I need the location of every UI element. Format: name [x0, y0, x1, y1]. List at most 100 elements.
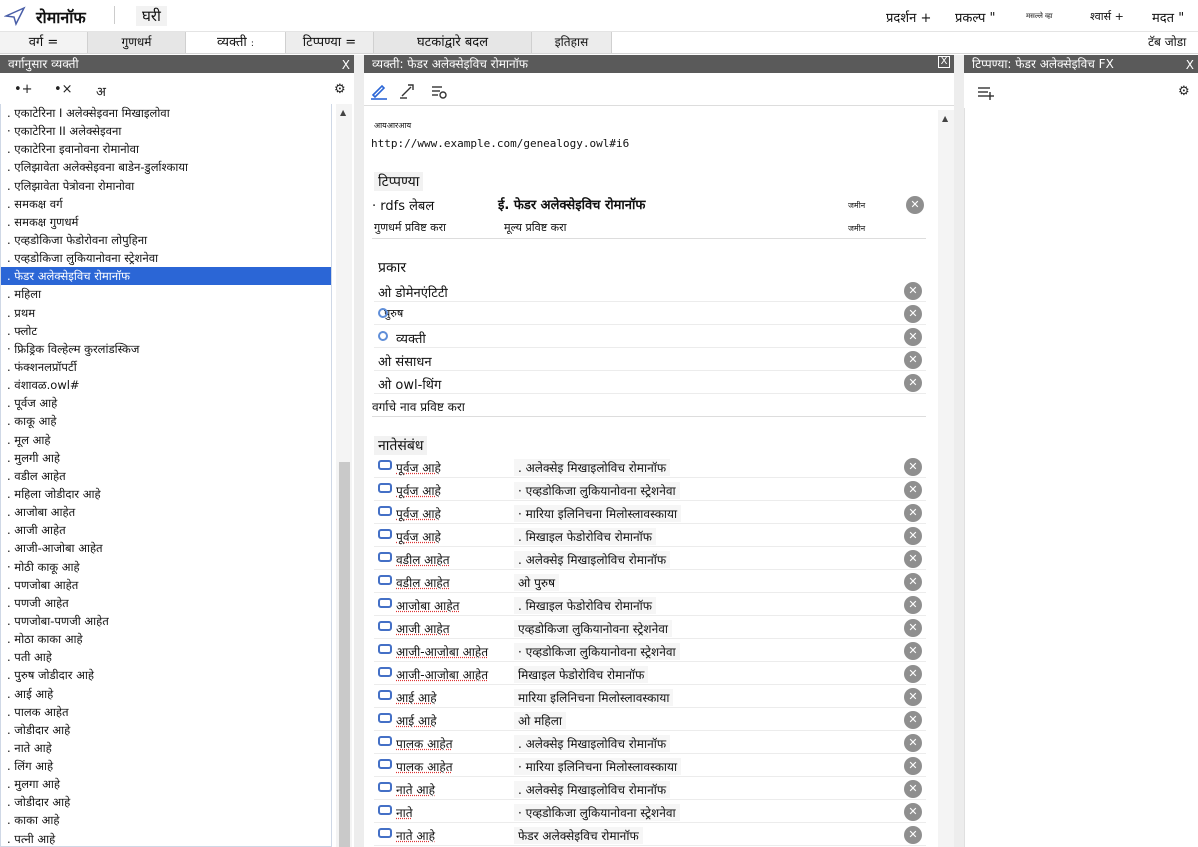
individual-list-item[interactable]: . मुलगा आहे — [1, 775, 331, 793]
individual-list-item[interactable]: . आजी आहेत — [1, 521, 331, 539]
individual-list-item[interactable]: . एलिझावेता अलेक्सेइवना बाडेन-डुर्लाश्का… — [1, 158, 331, 176]
individual-list-item[interactable]: . फेडर अलेक्सेइविच रोमानॉफ — [1, 267, 331, 286]
individual-list-item[interactable]: . एलिझावेता पेत्रोवना रोमानोवा — [1, 177, 331, 195]
tab-classes[interactable]: वर्ग = — [0, 32, 88, 53]
individual-list-item[interactable]: . वडील आहेत — [1, 467, 331, 485]
add-individual-icon[interactable]: •+ — [14, 82, 33, 97]
individual-list-item[interactable]: . पणजी आहेत — [1, 594, 331, 612]
delete-relation-button[interactable]: ✕ — [904, 458, 922, 476]
individual-list-item[interactable]: . प्रथम — [1, 304, 331, 322]
relation-row[interactable]: नाते आहे फेडर अलेक्सेइविच रोमानॉफ ✕ — [374, 824, 926, 846]
delete-relation-button[interactable]: ✕ — [904, 619, 922, 637]
individual-list-item[interactable]: . जोडीदार आहे — [1, 793, 331, 811]
list-settings-icon[interactable] — [430, 83, 448, 101]
individual-list-item[interactable]: · मोठी काकू आहे — [1, 558, 331, 576]
brush-icon[interactable] — [398, 82, 416, 100]
delete-relation-button[interactable]: ✕ — [904, 642, 922, 660]
delete-relation-button[interactable]: ✕ — [904, 734, 922, 752]
delete-relation-button[interactable]: ✕ — [904, 481, 922, 499]
individual-list-item[interactable]: . एकाटेरिना इवानोवना रोमानोवा — [1, 140, 331, 158]
individual-list-item[interactable]: . पणजोबा-पणजी आहेत — [1, 612, 331, 630]
individual-list-item[interactable]: . पती आहे — [1, 648, 331, 666]
left-scroll-thumb[interactable] — [339, 462, 350, 847]
language-icon[interactable]: अ — [96, 82, 106, 100]
delete-relation-button[interactable]: ✕ — [904, 550, 922, 568]
individual-list-item[interactable]: . एकाटेरिना I अलेक्सेइवना मिखाइलोवा — [1, 104, 331, 122]
type-row[interactable]: व्यक्ती ✕ — [374, 326, 926, 348]
individual-list-item[interactable]: . जोडीदार आहे — [1, 721, 331, 739]
relation-row[interactable]: आजोबा आहेत . मिखाइल फेडोरोविच रोमानॉफ ✕ — [374, 594, 926, 616]
delete-relation-button[interactable]: ✕ — [904, 757, 922, 775]
add-comment-icon[interactable] — [976, 83, 994, 101]
delete-relation-button[interactable]: ✕ — [904, 665, 922, 683]
relation-row[interactable]: पूर्वज आहे . मिखाइल फेडोरोविच रोमानॉफ ✕ — [374, 525, 926, 547]
add-tab-button[interactable]: टॅब जोडा — [1148, 32, 1186, 53]
enter-class-field[interactable]: वर्गाचे नाव प्रविष्ट करा — [372, 398, 465, 415]
tab-individuals[interactable]: व्यक्ती : — [186, 32, 286, 53]
individual-list-item[interactable]: . समकक्ष वर्ग — [1, 195, 331, 213]
tab-changes-by-entity[interactable]: घटकांद्वारे बदल — [374, 32, 532, 53]
misc-menu[interactable]: मसल्ले व्हा — [1026, 12, 1053, 21]
close-right-panel-button[interactable]: X — [1186, 56, 1194, 74]
delete-relation-button[interactable]: ✕ — [904, 826, 922, 844]
delete-type-button[interactable]: ✕ — [904, 374, 922, 392]
annotation-row[interactable]: · rdfs लेबल ई. फेडर अलेक्सेइविच रोमानॉफ … — [364, 194, 926, 216]
individual-list-item[interactable]: . मोठा काका आहे — [1, 630, 331, 648]
type-row[interactable]: ओ संसाधन ✕ — [374, 349, 926, 371]
home-button[interactable]: घरी — [136, 6, 167, 26]
individual-list-item[interactable]: . मूल आहे — [1, 431, 331, 449]
tab-properties[interactable]: गुणधर्म — [88, 32, 186, 53]
individual-list-item[interactable]: . पालक आहेत — [1, 703, 331, 721]
bookmarks-menu[interactable]: श्वार्स + — [1090, 9, 1124, 24]
individual-list-item[interactable]: . आजोबा आहेत — [1, 503, 331, 521]
scroll-up-icon[interactable]: ▲ — [942, 114, 948, 123]
individual-list-item[interactable]: . महिला जोडीदार आहे — [1, 485, 331, 503]
relation-row[interactable]: पूर्वज आहे · एव्हडोकिजा लुकियानोवना स्ट्र… — [374, 479, 926, 501]
relation-row[interactable]: वडील आहेत ओ पुरुष ✕ — [374, 571, 926, 593]
relation-row[interactable]: आजी-आजोबा आहेत मिखाइल फेडोरोविच रोमानॉफ ✕ — [374, 663, 926, 685]
relation-row[interactable]: नाते · एव्हडोकिजा लुकियानोवना स्ट्रेशनेवा… — [374, 801, 926, 823]
enter-lang-field[interactable]: जमीन — [848, 223, 865, 234]
individual-list-item[interactable]: . समकक्ष गुणधर्म — [1, 213, 331, 231]
iri-text[interactable]: http://www.example.com/genealogy.owl#i6 — [371, 137, 629, 150]
delete-relation-button[interactable]: ✕ — [904, 803, 922, 821]
type-row[interactable]: पुरुष ✕ — [374, 303, 926, 325]
type-row[interactable]: ओ owl-थिंग ✕ — [374, 372, 926, 394]
relation-row[interactable]: पूर्वज आहे · मारिया इलिनिचना मिलोस्लावस्क… — [374, 502, 926, 524]
delete-relation-button[interactable]: ✕ — [904, 573, 922, 591]
delete-relation-button[interactable]: ✕ — [904, 711, 922, 729]
relation-row[interactable]: वडील आहेत . अलेक्सेइ मिखाइलोविच रोमानॉफ ✕ — [374, 548, 926, 570]
relation-row[interactable]: आजी-आजोबा आहेत · एव्हडोकिजा लुकियानोवना स… — [374, 640, 926, 662]
close-middle-panel-button[interactable]: X — [938, 56, 950, 68]
individual-list-item[interactable]: · एकाटेरिना II अलेक्सेइवना — [1, 122, 331, 140]
individual-list-item[interactable]: . पत्नी आहे — [1, 830, 331, 846]
individual-list-item[interactable]: . पणजोबा आहेत — [1, 576, 331, 594]
project-menu[interactable]: प्रकल्प " — [955, 8, 995, 26]
relation-row[interactable]: पूर्वज आहे . अलेक्सेइ मिखाइलोविच रोमानॉफ ✕ — [374, 456, 926, 478]
settings-icon[interactable]: ⚙ — [1178, 84, 1190, 99]
delete-annotation-button[interactable]: ✕ — [906, 196, 924, 214]
relation-row[interactable]: नाते आहे . अलेक्सेइ मिखाइलोविच रोमानॉफ ✕ — [374, 778, 926, 800]
relation-row[interactable]: आई आहे ओ महिला ✕ — [374, 709, 926, 731]
individual-list-item[interactable]: . फंक्शनलप्रॉपर्टी — [1, 358, 331, 376]
individual-list-item[interactable]: . पूर्वज आहे — [1, 394, 331, 412]
individual-list-item[interactable]: . आजी-आजोबा आहेत — [1, 539, 331, 557]
delete-type-button[interactable]: ✕ — [904, 305, 922, 323]
tab-history[interactable]: इतिहास — [532, 32, 612, 53]
individual-list-item[interactable]: · फ्रिड्रिक विल्हेल्म कुरलांडस्किज — [1, 340, 331, 358]
delete-type-button[interactable]: ✕ — [904, 282, 922, 300]
settings-icon[interactable]: ⚙ — [334, 82, 346, 97]
splitter[interactable] — [954, 55, 964, 847]
relation-row[interactable]: आई आहे मारिया इलिनिचना मिलोस्लावस्काया ✕ — [374, 686, 926, 708]
individual-list-item[interactable]: . आई आहे — [1, 685, 331, 703]
relation-row[interactable]: आजी आहेत एव्हडोकिजा लुकियानोवना स्ट्रेशने… — [374, 617, 926, 639]
delete-relation-button[interactable]: ✕ — [904, 527, 922, 545]
delete-individual-icon[interactable]: •× — [54, 82, 73, 97]
enter-property-field[interactable]: गुणधर्म प्रविष्ट करा — [374, 220, 446, 235]
individual-list-item[interactable]: . काका आहे — [1, 811, 331, 829]
help-menu[interactable]: मदत " — [1152, 8, 1184, 26]
relation-row[interactable]: पालक आहेत · मारिया इलिनिचना मिलोस्लावस्का… — [374, 755, 926, 777]
type-row[interactable]: ओ डोमेनएंटिटी ✕ — [374, 280, 926, 302]
individual-list-item[interactable]: . नाते आहे — [1, 739, 331, 757]
pencil-icon[interactable] — [370, 82, 388, 100]
